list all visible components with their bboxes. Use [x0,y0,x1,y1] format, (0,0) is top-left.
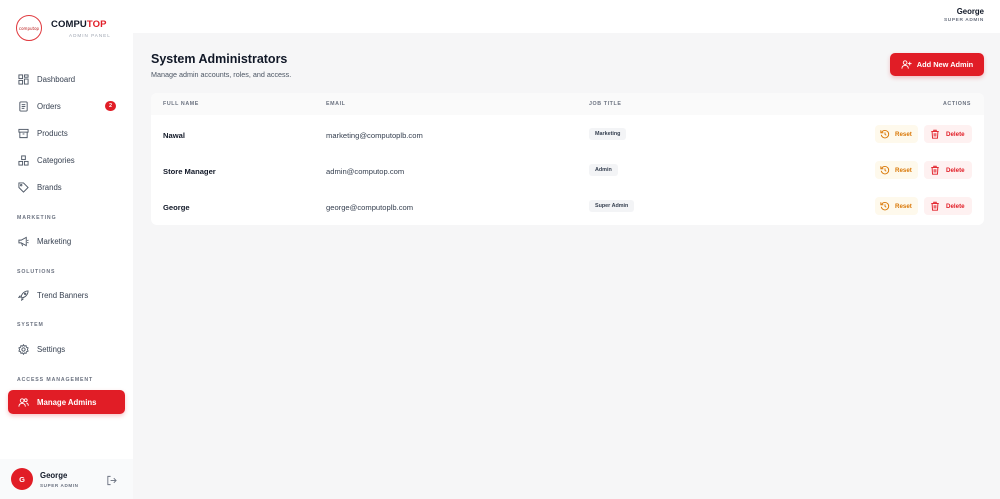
brand-logo: computop [16,15,42,41]
job-title-badge: Marketing [589,128,627,140]
sidebar-item-brands[interactable]: Brands [8,175,125,199]
sidebar-item-label: Dashboard [37,74,76,84]
reset-button[interactable]: Reset [875,125,918,143]
reset-icon [880,130,890,139]
trash-icon [931,165,939,175]
user-name: George [40,470,68,480]
reset-button[interactable]: Reset [875,197,918,215]
delete-label: Delete [946,130,965,138]
topbar-user-role: SUPER ADMIN [943,18,984,23]
topbar-user[interactable]: George SUPER ADMIN [944,7,984,23]
admins-table: FULL NAME EMAIL JOB TITLE ACTIONS Nawal … [151,93,984,225]
admin-email: admin@computop.com [326,167,405,176]
gear-icon [18,343,29,355]
avatar[interactable]: G [11,468,33,490]
orders-count-badge: 2 [105,101,116,111]
sidebar-item-products[interactable]: Products [8,121,125,145]
sidebar: computop COMPUTOP ADMIN PANEL Dashboard … [0,0,133,499]
column-header-email: EMAIL [326,101,346,107]
delete-label: Delete [946,166,965,174]
table-header: FULL NAME EMAIL JOB TITLE ACTIONS [151,93,984,115]
admin-name: George [163,203,190,212]
brand-text: COMPUTOP ADMIN PANEL [51,19,111,38]
sidebar-item-label: Brands [37,182,62,192]
sidebar-item-orders[interactable]: Orders 2 [8,94,125,118]
add-new-admin-button[interactable]: Add New Admin [890,53,984,76]
sidebar-item-label: Orders [37,101,61,111]
sidebar-item-settings[interactable]: Settings [8,337,125,361]
job-title-badge: Super Admin [589,200,635,212]
user-plus-icon [901,60,912,69]
sidebar-item-manage-admins[interactable]: Manage Admins [8,390,125,414]
section-label-system: SYSTEM [17,322,44,328]
admin-name: Store Manager [163,167,216,176]
reset-button[interactable]: Reset [875,161,918,179]
sidebar-item-categories[interactable]: Categories [8,148,125,172]
admin-email: george@computoplb.com [326,203,414,212]
admin-email: marketing@computoplb.com [326,131,423,140]
users-icon [18,397,29,408]
box-icon [18,128,29,139]
sidebar-item-label: Manage Admins [37,397,97,407]
column-header-job-title: JOB TITLE [589,101,622,107]
trash-icon [931,201,939,211]
admin-name: Nawal [163,131,185,140]
section-label-marketing: MARKETING [17,215,57,221]
section-label-access-management: ACCESS MANAGEMENT [17,377,94,383]
sidebar-item-label: Trend Banners [37,290,89,300]
user-info: George SUPER ADMIN [40,471,79,488]
sidebar-item-label: Marketing [37,236,72,246]
dashboard-icon [18,73,29,85]
sidebar-user-profile: G George SUPER ADMIN [0,459,133,499]
table-row: George george@computoplb.com Super Admin… [151,189,984,225]
sidebar-item-marketing[interactable]: Marketing [8,229,125,253]
delete-button[interactable]: Delete [924,161,972,179]
rocket-icon [18,289,29,301]
delete-label: Delete [946,202,965,210]
page-title: System Administrators [151,52,288,66]
trash-icon [931,129,939,139]
logout-icon[interactable] [106,473,117,486]
reset-label: Reset [895,166,912,174]
categories-icon [18,154,29,166]
section-label-solutions: SOLUTIONS [17,269,56,275]
reset-label: Reset [895,202,912,210]
reset-icon [880,202,890,211]
column-header-actions: ACTIONS [943,101,972,107]
delete-button[interactable]: Delete [924,197,972,215]
sidebar-item-label: Categories [37,155,75,165]
sidebar-item-dashboard[interactable]: Dashboard [8,67,125,91]
user-role: SUPER ADMIN [40,482,79,488]
sidebar-item-trend-banners[interactable]: Trend Banners [8,283,125,307]
brand-subtitle: ADMIN PANEL [69,32,111,38]
brand-name-accent: TOP [86,18,107,30]
page-subtitle: Manage admin accounts, roles, and access… [151,70,292,79]
logo-text: computop [18,25,40,31]
sidebar-item-label: Products [37,128,68,138]
sidebar-item-label: Settings [37,344,66,354]
column-header-full-name: FULL NAME [163,101,199,107]
topbar: George SUPER ADMIN [133,0,1000,33]
brand[interactable]: computop COMPUTOP ADMIN PANEL [16,15,111,41]
job-title-badge: Admin [589,164,618,176]
megaphone-icon [18,236,29,247]
tag-icon [18,181,29,193]
topbar-user-name: George [956,7,984,16]
brand-name-prefix: COMPU [51,18,87,30]
brand-name: COMPUTOP [51,19,111,30]
table-row: Store Manager admin@computop.com Admin R… [151,153,984,189]
table-row: Nawal marketing@computoplb.com Marketing… [151,117,984,153]
delete-button[interactable]: Delete [924,125,972,143]
add-new-admin-label: Add New Admin [916,60,974,69]
reset-icon [880,166,890,175]
orders-icon [18,100,29,112]
reset-label: Reset [895,130,912,138]
